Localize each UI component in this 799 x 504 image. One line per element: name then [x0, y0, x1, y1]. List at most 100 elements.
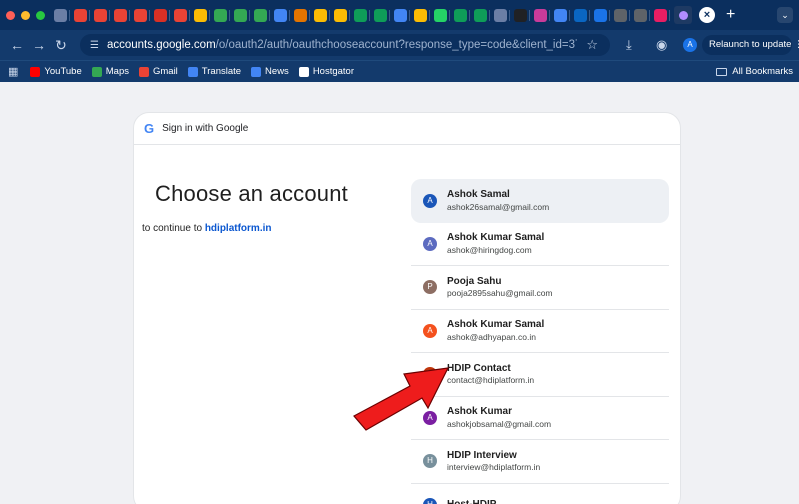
profile-avatar[interactable]: A	[683, 38, 697, 52]
account-item[interactable]: H HDIP Interview interview@hdiplatform.in	[411, 440, 669, 484]
pinned-tab-favicon-icon[interactable]	[614, 8, 630, 22]
active-tab[interactable]	[674, 6, 692, 24]
relaunch-to-update-button[interactable]: Relaunch to update ⋮	[702, 35, 799, 55]
account-item[interactable]: A Ashok Kumar ashokjobsamal@gmail.com	[411, 397, 669, 440]
avatar: A	[423, 193, 437, 208]
pinned-tab-favicon-icon[interactable]	[294, 8, 310, 22]
close-tab-icon[interactable]: ×	[699, 7, 715, 23]
address-bar[interactable]: ☰ accounts.google.com/o/oauth2/auth/oaut…	[80, 34, 610, 56]
bookmark-item[interactable]: Gmail	[138, 66, 178, 77]
pinned-tab-favicon-icon[interactable]	[174, 8, 190, 22]
account-item[interactable]: A Ashok Kumar Samal ashok@adhyapan.co.in	[411, 310, 669, 353]
back-arrow-icon[interactable]: ←	[6, 37, 28, 53]
signin-header-label: Sign in with Google	[162, 123, 249, 134]
maximize-window-button[interactable]	[36, 10, 45, 20]
pinned-tab-favicon-icon[interactable]	[74, 8, 90, 22]
pinned-tab-favicon-icon[interactable]	[514, 8, 530, 22]
pinned-tab-favicon-icon[interactable]	[334, 8, 350, 22]
bookmark-item[interactable]: Maps	[91, 66, 129, 77]
all-bookmarks-label: All Bookmarks	[732, 66, 793, 77]
pinned-tab-favicon-icon[interactable]	[154, 8, 170, 22]
bookmark-item[interactable]: Hostgator	[298, 66, 354, 77]
pinned-tab-favicon-icon[interactable]	[274, 8, 290, 22]
avatar: P	[423, 280, 437, 295]
account-text: Host-HDIP .	[447, 499, 502, 504]
account-email: ashok@adhyapan.co.in	[447, 331, 536, 342]
pinned-tab-favicon-icon[interactable]	[94, 8, 110, 22]
pinned-tab-favicon-icon[interactable]	[354, 8, 370, 22]
account-item[interactable]: A Ashok Samal ashok26samal@gmail.com	[411, 179, 669, 223]
account-item[interactable]: H HDIP Contact contact@hdiplatform.in	[411, 353, 669, 397]
bookmark-label: Translate	[201, 66, 242, 77]
pinned-tab-favicon-icon[interactable]	[394, 8, 410, 22]
bookmark-star-icon[interactable]: ☆	[586, 37, 598, 53]
reload-icon[interactable]: ↻	[50, 37, 72, 54]
relaunch-label: Relaunch to update	[709, 39, 792, 50]
pinned-tab-favicon-icon[interactable]	[414, 8, 430, 22]
pinned-tab-favicon-icon[interactable]	[314, 8, 330, 22]
client-domain-link[interactable]: hdiplatform.in	[205, 223, 272, 234]
pinned-tab-favicon-icon[interactable]	[534, 8, 550, 22]
bookmark-item[interactable]: Translate	[187, 66, 242, 77]
bookmark-favicon-icon	[138, 66, 149, 77]
avatar: A	[423, 410, 437, 425]
site-info-icon[interactable]: ☰	[90, 40, 99, 51]
url-host: accounts.google.com	[106, 39, 216, 51]
new-tab-button[interactable]: +	[726, 6, 735, 24]
pinned-tab-favicon-icon[interactable]	[554, 8, 570, 22]
tab-strip: × + ⌄	[0, 0, 799, 30]
page-title: Choose an account	[155, 181, 348, 206]
pinned-tab-favicon-icon[interactable]	[214, 8, 230, 22]
account-name: Ashok Kumar Samal	[447, 319, 545, 331]
extension-icon[interactable]: ◉	[656, 37, 667, 53]
pinned-tab-favicon-icon[interactable]	[114, 8, 130, 22]
account-email: ashok26samal@gmail.com	[447, 201, 550, 212]
account-text: Ashok Kumar ashokjobsamal@gmail.com	[447, 406, 551, 429]
tab-search-icon[interactable]: ⌄	[777, 7, 793, 23]
apps-grid-icon[interactable]: ▦	[8, 65, 18, 78]
bookmark-favicon-icon	[30, 66, 41, 77]
close-window-button[interactable]	[6, 10, 15, 20]
avatar: H	[423, 367, 437, 382]
account-email: ashokjobsamal@gmail.com	[447, 418, 552, 429]
account-name: Ashok Kumar Samal	[447, 232, 545, 244]
url-path: /o/oauth2/auth/oauthchooseaccount?respon…	[215, 39, 577, 51]
account-item[interactable]: P Pooja Sahu pooja2895sahu@gmail.com	[411, 266, 669, 310]
window-controls	[6, 10, 45, 20]
pinned-tab-favicon-icon[interactable]	[234, 8, 250, 22]
pinned-tab-favicon-icon[interactable]	[454, 8, 470, 22]
account-text: Ashok Samal ashok26samal@gmail.com	[447, 189, 549, 212]
pinned-tab-favicon-icon[interactable]	[254, 8, 270, 22]
signin-card: G Sign in with Google Choose an account …	[133, 112, 681, 504]
account-name: HDIP Contact	[447, 362, 511, 374]
pinned-tab-favicon-icon[interactable]	[434, 8, 450, 22]
pinned-tab-favicon-icon[interactable]	[474, 8, 490, 22]
account-text: Pooja Sahu pooja2895sahu@gmail.com	[447, 276, 553, 299]
bookmark-label: Maps	[105, 66, 129, 77]
forward-arrow-icon[interactable]: →	[28, 37, 50, 53]
pinned-tab-favicon-icon[interactable]	[634, 8, 650, 22]
minimize-window-button[interactable]	[21, 10, 30, 20]
pinned-tab-favicon-icon[interactable]	[374, 8, 390, 22]
all-bookmarks-button[interactable]: All Bookmarks	[716, 66, 793, 77]
pinned-tab-favicon-icon[interactable]	[654, 8, 670, 22]
pinned-tab-favicon-icon[interactable]	[134, 8, 150, 22]
account-item[interactable]: A Ashok Kumar Samal ashok@hiringdog.com	[411, 223, 669, 266]
pinned-tab-favicon-icon[interactable]	[194, 8, 210, 22]
account-name: Ashok Samal	[447, 189, 510, 201]
bookmarks-bar: ▦ YouTube Maps Gmail Translate News Hostgator…	[0, 60, 799, 82]
account-name: Host-HDIP .	[447, 498, 502, 504]
pinned-tab-favicon-icon[interactable]	[494, 8, 510, 22]
bookmark-favicon-icon	[251, 66, 262, 77]
account-item[interactable]: H Host-HDIP .	[411, 484, 669, 504]
pinned-tab-favicon-icon[interactable]	[594, 8, 610, 22]
account-text: Ashok Kumar Samal ashok@hiringdog.com	[447, 232, 544, 255]
pinned-tab-favicon-icon[interactable]	[54, 8, 70, 22]
download-icon[interactable]: ⤓	[626, 37, 632, 53]
account-text: HDIP Contact contact@hdiplatform.in	[447, 363, 534, 386]
account-email: interview@hdiplatform.in	[447, 462, 541, 473]
bookmark-item[interactable]: News	[251, 66, 289, 77]
bookmark-item[interactable]: YouTube	[30, 66, 82, 77]
pinned-tab-favicon-icon[interactable]	[574, 8, 590, 22]
bookmark-favicon-icon	[187, 66, 198, 77]
